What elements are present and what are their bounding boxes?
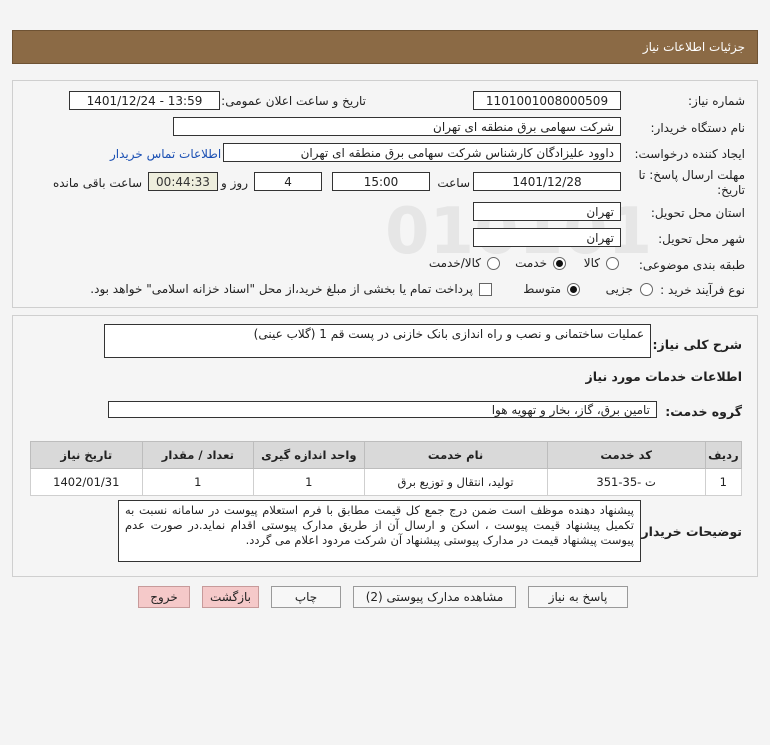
reply-button[interactable]: پاسخ به نیاز [528,586,628,608]
purchase-minor-label: جزیی [605,282,633,296]
cell-date: 1402/01/31 [30,468,143,496]
remaining-time-field: 00:44:33 [148,172,218,191]
purchase-medium-label: متوسط [523,282,561,296]
deadline-time-label: ساعت [437,176,470,190]
purchase-medium-radio[interactable] [567,283,580,296]
summary-field: عملیات ساختمانی و نصب و راه اندازی بانک … [104,324,651,358]
purchase-type-label: نوع فرآیند خرید : [660,283,745,297]
buyer-org-label: نام دستگاه خریدار: [650,121,746,135]
buyer-notes-text: پیشنهاد دهنده موظف است ضمن درج جمع کل قی… [118,500,641,562]
need-number-field: 1101001008000509 [473,91,621,110]
category-label: طبقه بندی موضوعی: [638,258,745,272]
need-number-label: شماره نیاز: [688,94,745,108]
treasury-checkbox[interactable] [479,283,492,296]
service-group-label: گروه خدمت: [665,404,742,419]
services-table: ردیف کد خدمت نام خدمت واحد اندازه گیری ت… [30,441,743,496]
print-button[interactable]: چاپ [271,586,341,608]
page-header: جزئیات اطلاعات نیاز [12,30,758,64]
summary-label: شرح کلی نیاز: [652,337,742,352]
service-group-field: تامین برق، گاز، بخار و تهویه هوا [108,401,657,418]
need-info-panel [12,80,758,308]
col-date-header: تاریخ نیاز [30,441,143,469]
delivery-city-label: شهر محل تحویل: [658,232,745,246]
creator-label: ایجاد کننده درخواست: [634,147,745,161]
services-heading: اطلاعات خدمات مورد نیاز [585,369,743,384]
category-goods-radio[interactable] [606,257,619,270]
col-row-header: ردیف [704,441,743,469]
cell-code: ت -35-351 [546,468,706,496]
announce-date-field: 1401/12/24 - 13:59 [69,91,220,110]
category-goods-label: کالا [583,256,600,270]
category-goods-service-label: کالا/خدمت [428,256,481,270]
cell-row: 1 [704,468,743,496]
delivery-province-label: استان محل تحویل: [650,206,745,220]
deadline-date-label: تاریخ: [717,183,745,197]
days-field: 4 [254,172,322,191]
page-title: جزئیات اطلاعات نیاز [642,40,745,54]
purchase-minor-radio[interactable] [640,283,653,296]
cell-unit: 1 [253,468,365,496]
buyer-contact-link[interactable]: اطلاعات تماس خریدار [110,147,221,161]
deadline-label: مهلت ارسال پاسخ: تا [638,168,745,182]
delivery-province-field: تهران [473,202,621,221]
remaining-time-label: ساعت باقی مانده [52,176,142,190]
table-header-row: ردیف کد خدمت نام خدمت واحد اندازه گیری ت… [30,441,743,469]
category-service-label: خدمت [515,256,547,270]
category-service-radio[interactable] [553,257,566,270]
col-unit-header: واحد اندازه گیری [253,441,365,469]
deadline-time-field: 15:00 [332,172,430,191]
exit-button[interactable]: خروج [138,586,190,608]
treasury-text: پرداخت تمام یا بخشی از مبلغ خرید،از محل … [90,282,473,296]
col-qty-header: تعداد / مقدار [141,441,255,469]
col-code-header: کد خدمت [546,441,706,469]
cell-name: تولید، انتقال و توزیع برق [363,468,548,496]
days-label: روز و [221,176,248,190]
view-attachments-button[interactable]: مشاهده مدارک پیوستی (2) [353,586,516,608]
creator-field: داوود علیزادگان کارشناس شرکت سهامی برق م… [223,143,621,162]
delivery-city-field: تهران [473,228,621,247]
category-goods-service-radio[interactable] [487,257,500,270]
table-row: 1 ت -35-351 تولید، انتقال و توزیع برق 1 … [30,468,743,496]
announce-date-label: تاریخ و ساعت اعلان عمومی: [221,94,366,108]
buyer-notes-label: توضیحات خریدار: [636,524,742,539]
back-button[interactable]: بازگشت [202,586,259,608]
cell-qty: 1 [141,468,255,496]
deadline-date-field: 1401/12/28 [473,172,621,191]
col-name-header: نام خدمت [363,441,548,469]
buyer-org-field: شرکت سهامی برق منطقه ای تهران [173,117,621,136]
